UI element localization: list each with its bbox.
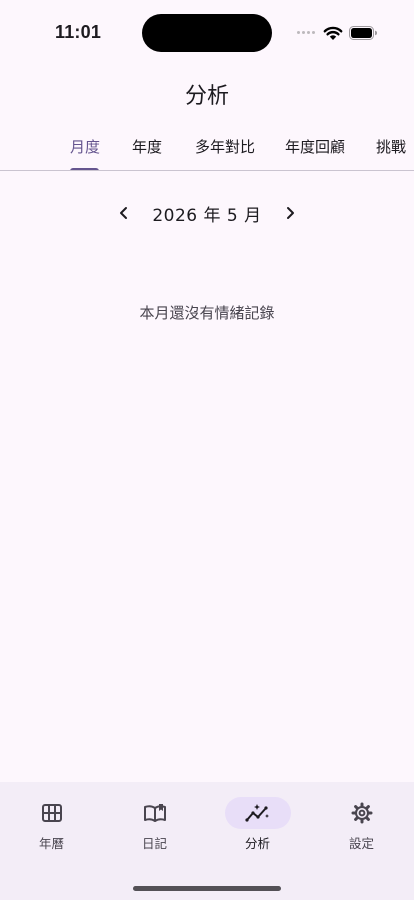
nav-item-analysis[interactable]: 分析 xyxy=(206,782,309,872)
month-navigator: 2026 年 5 月 xyxy=(0,196,414,230)
divider xyxy=(0,170,414,171)
empty-state-message: 本月還沒有情緒記錄 xyxy=(139,304,275,322)
month-label: 2026 年 5 月 xyxy=(152,206,262,226)
next-month-button[interactable] xyxy=(273,196,307,230)
dynamic-island xyxy=(142,14,272,52)
gear-icon xyxy=(351,802,373,824)
tab-multi-year-comparison[interactable]: 多年對比 xyxy=(195,136,255,157)
nav-pill xyxy=(19,797,85,829)
home-indicator xyxy=(133,886,281,891)
page-title: 分析 xyxy=(184,84,229,109)
battery-icon xyxy=(349,26,377,40)
nav-item-settings[interactable]: 設定 xyxy=(310,782,413,872)
status-time: 11:01 xyxy=(55,22,102,42)
wifi-icon xyxy=(323,26,343,40)
bottom-navigation: 年曆 日記 分析 設定 xyxy=(0,782,414,900)
nav-label: 分析 xyxy=(244,836,270,851)
tab-monthly[interactable]: 月度 xyxy=(70,136,100,157)
nav-label: 設定 xyxy=(348,836,374,851)
nav-pill-active xyxy=(225,797,291,829)
nav-label: 年曆 xyxy=(38,836,64,851)
tab-year-review[interactable]: 年度回顧 xyxy=(285,136,345,157)
book-icon xyxy=(144,804,166,822)
tab-bar: 月度 年度 多年對比 年度回顧 挑戰 xyxy=(0,128,414,172)
nav-pill xyxy=(329,797,395,829)
nav-pill xyxy=(122,797,188,829)
chevron-right-icon xyxy=(287,207,294,219)
chevron-left-icon xyxy=(120,207,127,219)
insights-icon xyxy=(245,804,269,822)
nav-label: 日記 xyxy=(141,836,167,851)
nav-item-diary[interactable]: 日記 xyxy=(103,782,206,872)
grid-icon xyxy=(42,804,62,822)
status-bar: 11:01 xyxy=(0,0,414,62)
nav-item-calendar[interactable]: 年曆 xyxy=(0,782,103,872)
tab-yearly[interactable]: 年度 xyxy=(132,136,162,157)
cellular-signal-icon xyxy=(297,31,317,37)
previous-month-button[interactable] xyxy=(107,196,141,230)
tab-challenge[interactable]: 挑戰 xyxy=(376,136,406,157)
